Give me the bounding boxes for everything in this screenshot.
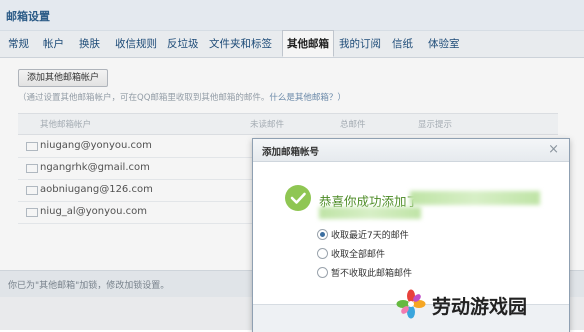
flower-logo-icon <box>396 289 426 319</box>
radio-button-selected[interactable] <box>317 229 328 240</box>
option-label: 收取最近7天的邮件 <box>331 231 409 241</box>
success-check-icon <box>285 185 311 211</box>
tab-account[interactable]: 帐户 <box>43 31 64 57</box>
add-other-mailbox-button[interactable]: 添加其他邮箱帐户 <box>18 69 108 87</box>
what-is-other-mailbox-link[interactable]: 什么是其他邮箱？） <box>269 93 346 103</box>
site-watermark: 劳动游戏园 <box>392 286 582 326</box>
dialog-title: 添加邮箱帐号 <box>262 147 320 158</box>
tab-general[interactable]: 常规 <box>8 31 29 57</box>
dialog-header: 添加邮箱帐号 × <box>253 139 569 162</box>
radio-button[interactable] <box>317 248 328 259</box>
redacted-email-address <box>410 191 540 205</box>
account-address: ngangrhk@gmail.com <box>40 162 150 173</box>
watermark-text: 劳动游戏园 <box>432 296 528 318</box>
hint-text: （通过设置其他邮箱帐户，可在QQ邮箱里收取到其他邮箱的邮件。什么是其他邮箱？） <box>18 91 346 103</box>
option-label: 暂不收取此邮箱邮件 <box>331 269 413 279</box>
mail-icon <box>26 164 38 173</box>
hint-description: （通过设置其他邮箱帐户，可在QQ邮箱里收取到其他邮箱的邮件。 <box>18 93 270 103</box>
accounts-table-header: 其他邮箱帐户 未读邮件 总邮件 显示提示 <box>18 113 558 135</box>
top-bar: 邮箱设置 <box>0 0 584 31</box>
tab-folders-labels[interactable]: 文件夹和标签 <box>209 31 272 57</box>
tab-mail-rules[interactable]: 收信规则 <box>115 31 157 57</box>
account-address: aobniugang@126.com <box>40 184 153 195</box>
page-title: 邮箱设置 <box>6 10 50 23</box>
column-header-total: 总邮件 <box>340 120 366 130</box>
tab-labs[interactable]: 体验室 <box>428 31 460 57</box>
column-header-account: 其他邮箱帐户 <box>40 120 92 130</box>
lock-notice-text[interactable]: 你已为"其他邮箱"加锁，修改加锁设置。 <box>8 278 169 291</box>
mail-icon <box>26 142 38 151</box>
option-label: 收取全部邮件 <box>331 250 386 260</box>
radio-button[interactable] <box>317 267 328 278</box>
redacted-email-address-continued <box>319 207 421 219</box>
account-address: niugang@yonyou.com <box>40 140 152 151</box>
tab-stationery[interactable]: 信纸 <box>392 31 413 57</box>
mail-icon <box>26 186 38 195</box>
column-header-unread: 未读邮件 <box>250 120 285 130</box>
mail-icon <box>26 208 38 217</box>
account-address: niug_al@yonyou.com <box>40 206 147 217</box>
column-header-notify: 显示提示 <box>418 120 453 130</box>
settings-tabs: 常规 帐户 换肤 收信规则 反垃圾 文件夹和标签 其他邮箱 我的订阅 信纸 体验… <box>0 30 584 58</box>
tab-subscriptions[interactable]: 我的订阅 <box>339 31 381 57</box>
tab-skin[interactable]: 换肤 <box>79 31 100 57</box>
tab-other-mailboxes[interactable]: 其他邮箱 <box>282 30 334 57</box>
close-icon[interactable]: × <box>548 142 559 157</box>
tab-anti-spam[interactable]: 反垃圾 <box>167 31 199 57</box>
